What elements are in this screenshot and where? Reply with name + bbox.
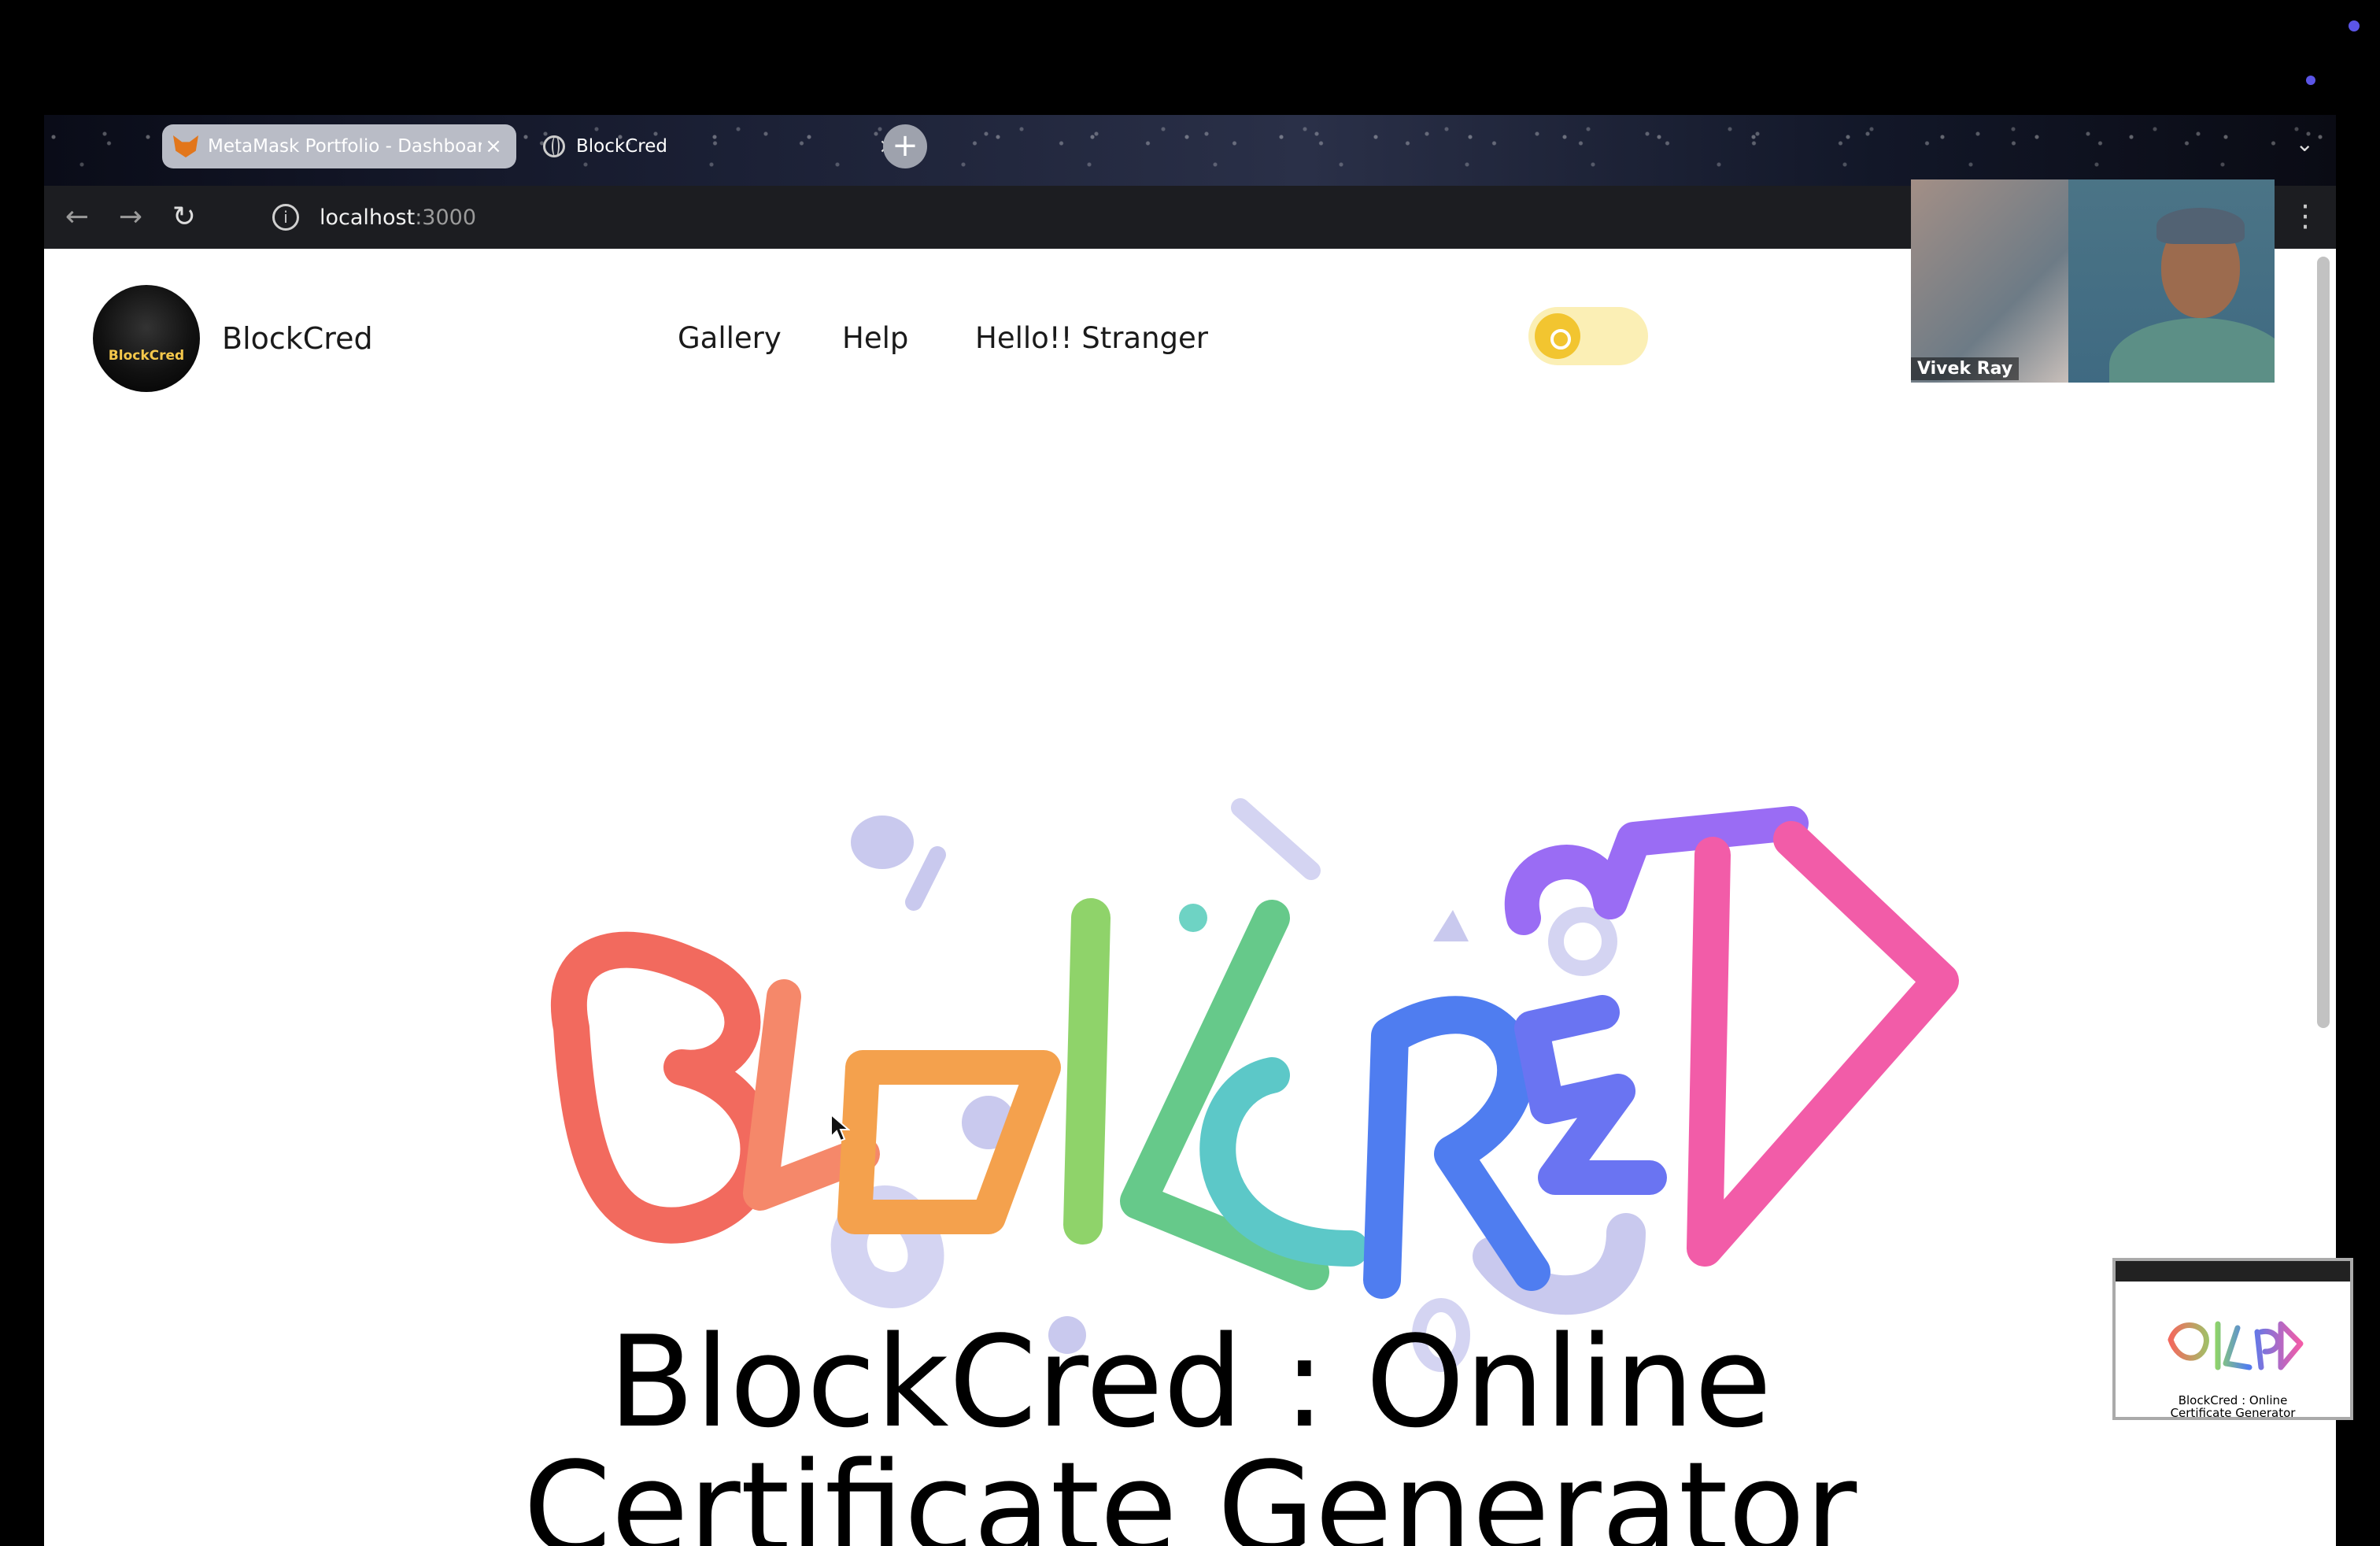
site-logo[interactable]: BlockCred [93, 285, 200, 392]
art-letter-e [1514, 995, 1667, 1195]
theme-toggle[interactable] [1528, 307, 1648, 365]
hero-title-line1: BlockCred : Online [608, 1308, 1772, 1455]
screen-share-thumbnail[interactable]: BlockCred : Online Certificate Generator [2112, 1258, 2353, 1420]
mouse-cursor-icon [830, 1113, 850, 1142]
info-icon[interactable]: i [272, 204, 299, 231]
url-port: :3000 [415, 205, 477, 230]
tab-blockcred[interactable]: BlockCred × [532, 124, 910, 168]
video-background [1911, 179, 2084, 383]
globe-icon [543, 135, 565, 157]
deco-bar [1231, 798, 1321, 880]
art-letter-c [1199, 1057, 1369, 1267]
tab-label: BlockCred [576, 136, 667, 157]
nav-help[interactable]: Help [842, 321, 908, 355]
brand-name[interactable]: BlockCred [222, 321, 373, 356]
hero-logo-art [550, 798, 1959, 1372]
reload-button[interactable]: ↻ [164, 197, 205, 238]
thumb-title-line1: BlockCred : Online [2178, 1393, 2288, 1407]
logo-text: BlockCred [108, 348, 185, 364]
deco-bar [905, 846, 946, 911]
art-letter-d [1687, 821, 1959, 1267]
web-page: BlockCred BlockCred Gallery Help Hello!!… [44, 249, 2336, 1546]
scrollbar[interactable] [2317, 257, 2330, 1028]
status-dot [2349, 20, 2360, 31]
art-letter-e-top [1504, 806, 1809, 935]
sun-icon [1550, 329, 1571, 350]
thumb-browser-bar [2116, 1261, 2350, 1282]
close-icon[interactable]: × [482, 135, 505, 158]
art-letter-r [1363, 996, 1550, 1299]
art-letter-c-stem [1063, 898, 1111, 1245]
video-call-tile[interactable]: Vivek Ray [1911, 179, 2275, 383]
forward-button[interactable]: → [110, 197, 151, 238]
nav-gallery[interactable]: Gallery [678, 321, 782, 355]
participant-name: Vivek Ray [1911, 357, 2020, 380]
metamask-fox-icon [173, 135, 198, 157]
deco-blob [851, 816, 914, 869]
back-button[interactable]: ← [57, 197, 98, 238]
deco-triangle [1433, 910, 1469, 941]
browser-tab-bar: MetaMask Portfolio - Dashboard × BlockCr… [44, 115, 2336, 186]
status-dot [2306, 76, 2315, 85]
tab-metamask[interactable]: MetaMask Portfolio - Dashboard × [162, 124, 516, 168]
thumb-hero-art [2168, 1321, 2304, 1370]
art-letter-b [550, 931, 777, 1244]
toggle-knob [1535, 313, 1580, 359]
chevron-down-icon[interactable]: ⌄ [2296, 131, 2314, 157]
menu-icon[interactable]: ⋮ [2290, 200, 2320, 231]
deco-ring [1548, 907, 1617, 976]
thumb-title-line2: Certificate Generator [2170, 1406, 2296, 1420]
hero-title-line2: Certificate Generator [523, 1434, 1857, 1546]
deco-dot [1179, 904, 1207, 932]
participant-cap [2156, 208, 2245, 244]
url-field[interactable]: i localhost:3000 [272, 194, 476, 241]
nav-hello-stranger[interactable]: Hello!! Stranger [975, 321, 1208, 355]
url-host: localhost [320, 205, 416, 230]
tab-label: MetaMask Portfolio - Dashboard [208, 136, 482, 157]
new-tab-button[interactable]: + [883, 124, 927, 168]
